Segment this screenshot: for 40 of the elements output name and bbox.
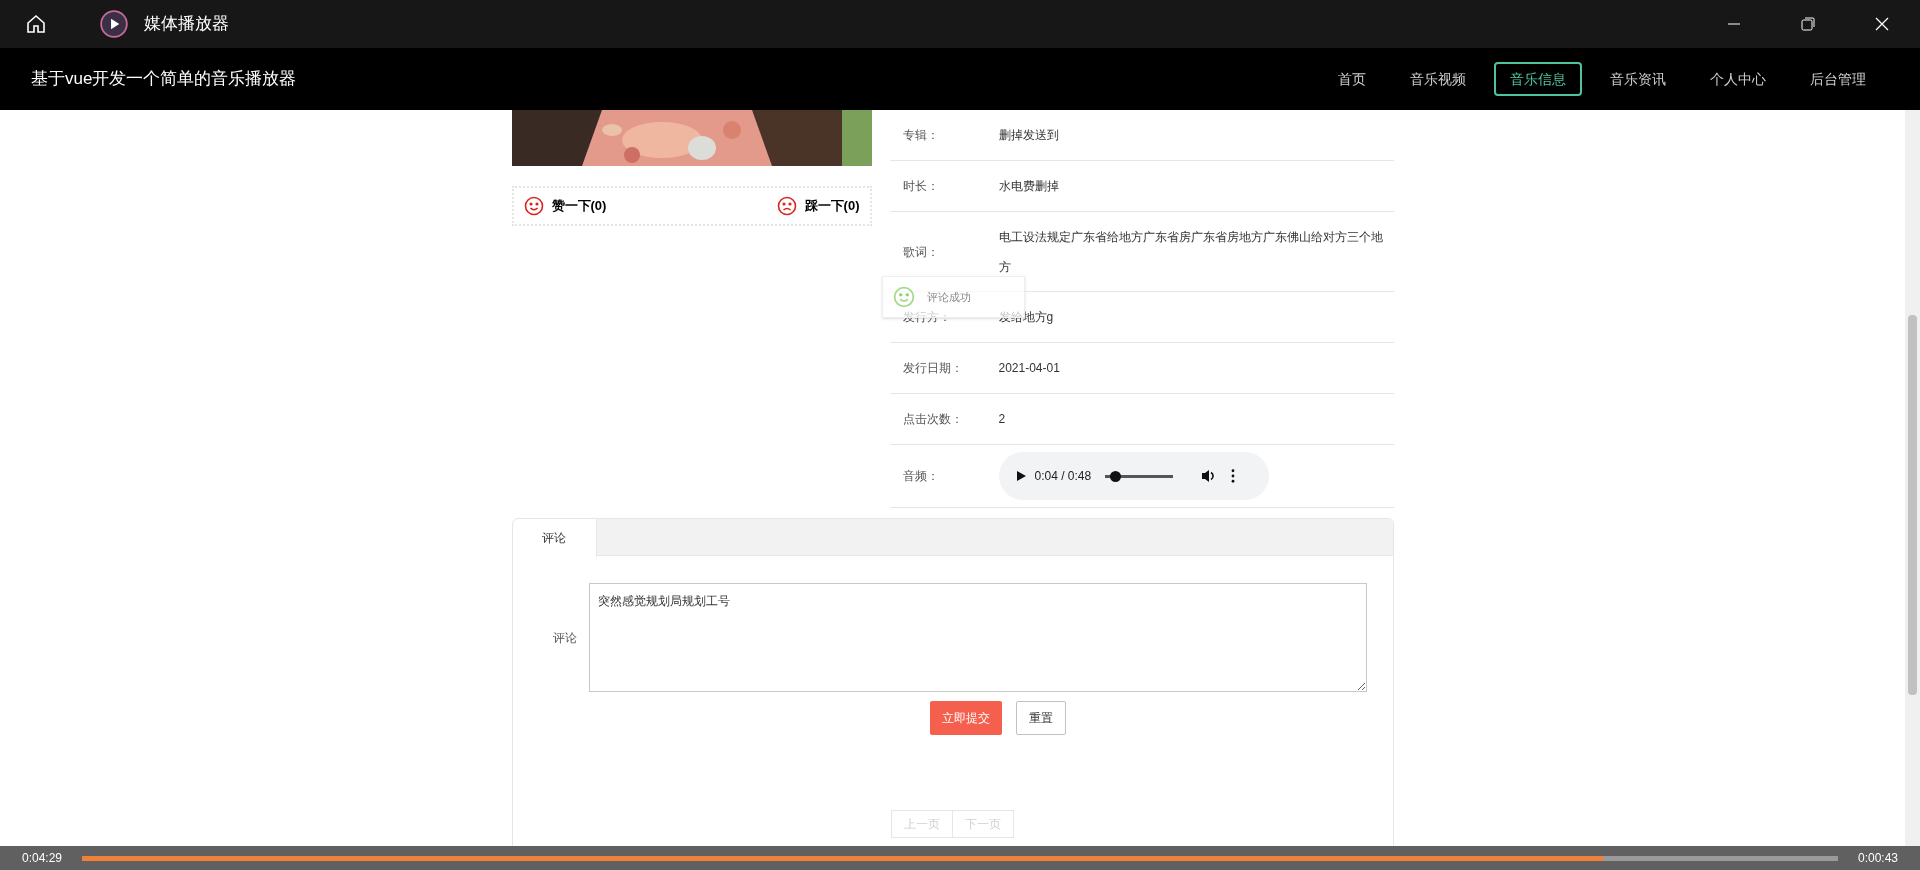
field-label: 时长： [901, 178, 940, 195]
restore-icon[interactable] [1800, 16, 1816, 32]
nav-link[interactable]: 后台管理 [1794, 62, 1882, 96]
app-icon [100, 10, 128, 38]
toast-message: 评论成功 [926, 289, 971, 305]
play-icon[interactable] [1014, 470, 1027, 482]
home-icon[interactable] [24, 12, 48, 36]
close-icon[interactable] [1874, 16, 1890, 32]
audio-time: 0:04 / 0:48 [1034, 468, 1092, 485]
field-value: 删掉发送到 [998, 127, 1060, 144]
field-value: 水电费删掉 [998, 178, 1060, 195]
frown-icon [776, 196, 797, 216]
nav-link[interactable]: 音乐信息 [1494, 62, 1582, 96]
more-icon[interactable] [1231, 469, 1236, 483]
field-value: 电工设法规定广东省给地方广东省房广东省房地方广东佛山给对方三个地方 [998, 228, 1384, 276]
nav-link[interactable]: 首页 [1322, 62, 1382, 96]
smile-icon [892, 286, 915, 308]
remaining-time: 0:00:43 [1857, 850, 1898, 867]
nav-link[interactable]: 音乐资讯 [1594, 62, 1682, 96]
field-label: 发行日期： [901, 360, 964, 377]
dislike-button[interactable]: 踩一下(0) [776, 196, 860, 216]
field-label: 评论 [551, 629, 578, 647]
audio-thumb[interactable] [1110, 470, 1122, 482]
field-label: 点击次数： [901, 411, 964, 428]
comment-field[interactable]: 突然感觉规划局规划工号 [588, 583, 1367, 692]
field-value: 2 [998, 411, 1007, 428]
window-title: 媒体播放器 [144, 13, 229, 36]
scrollbar[interactable] [1905, 110, 1920, 846]
nav-link[interactable]: 音乐视频 [1394, 62, 1482, 96]
field-value: 2021-04-01 [998, 360, 1061, 377]
smile-icon [523, 196, 544, 216]
field-label: 专辑： [901, 127, 940, 144]
like-button[interactable]: 赞一下(0) [523, 196, 607, 216]
reset-button[interactable]: 重置 [1015, 701, 1066, 735]
site-title: 基于vue开发一个简单的音乐播放器 [31, 68, 297, 91]
nav-link[interactable]: 个人中心 [1694, 62, 1782, 96]
elapsed-time: 0:04:29 [22, 850, 63, 867]
tab[interactable]: 评论 [512, 519, 597, 557]
field-label: 音频： [901, 468, 940, 485]
field-label: 歌词： [901, 243, 940, 261]
